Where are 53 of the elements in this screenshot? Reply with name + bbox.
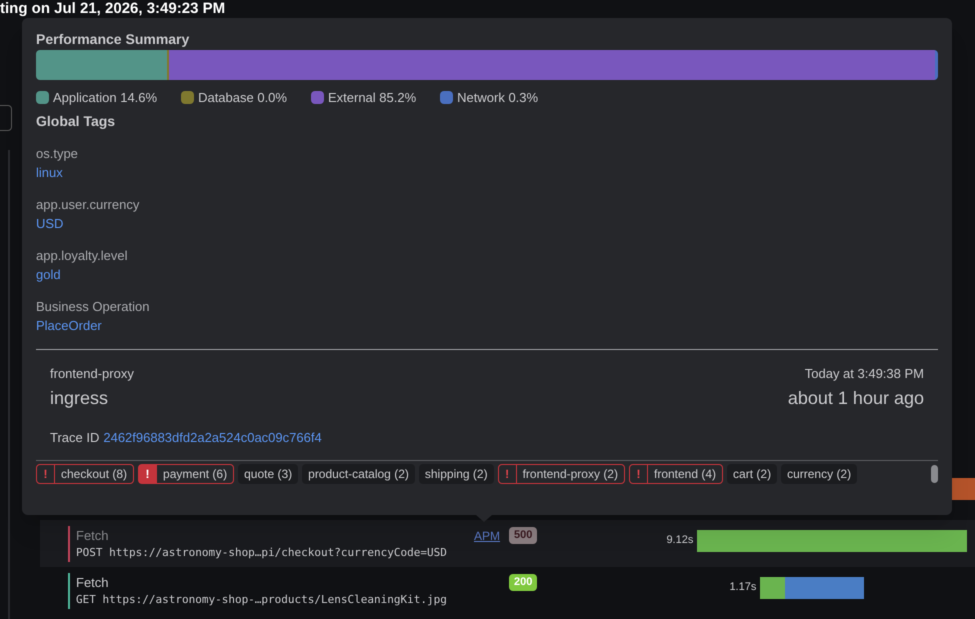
tag-key: app.loyalty.level xyxy=(36,248,128,262)
tag-key: app.user.currency xyxy=(36,196,140,212)
timestamp: Today at 3:49:38 PM xyxy=(804,364,924,383)
span-bar xyxy=(950,478,975,500)
service-chip-label: shipping (2) xyxy=(424,466,488,482)
service-chip-label: frontend (4) xyxy=(652,466,718,482)
relative-time: about 1 hour ago xyxy=(788,387,924,410)
service-chip[interactable]: ! payment (6) xyxy=(138,464,234,484)
service-chip-label: quote (3) xyxy=(244,466,292,482)
span-url: GET https://astronomy-shop-…products/LensCleaningKit.jpg xyxy=(76,592,448,608)
service-chip-label: currency (2) xyxy=(787,466,852,482)
service-chip-label: frontend-proxy (2) xyxy=(522,466,619,482)
operation-name: ingress xyxy=(50,387,108,410)
span-title: Fetch xyxy=(76,526,110,544)
trace-id-link[interactable]: 2462f96883dfd2a2a524c0ac09c766f4 xyxy=(103,428,322,448)
status-badge: 500 xyxy=(509,527,538,544)
tag-value[interactable]: gold xyxy=(36,266,61,282)
summary-title: Performance Summary xyxy=(36,30,190,48)
tag-key: os.type xyxy=(36,146,78,160)
tag-value[interactable]: linux xyxy=(36,164,63,180)
duration-text: 1.17s xyxy=(729,580,756,596)
service-chip[interactable]: product-catalog (2) xyxy=(302,464,415,484)
legend-label: External 85.2% xyxy=(328,89,416,107)
service-chip[interactable]: ! frontend (4) xyxy=(628,464,724,484)
service-chip[interactable]: cart (2) xyxy=(727,464,778,484)
service-chip[interactable]: currency (2) xyxy=(781,464,858,484)
service-chip[interactable]: quote (3) xyxy=(238,464,298,484)
service-chip-label: payment (6) xyxy=(162,466,228,482)
tag-value[interactable]: PlaceOrder xyxy=(36,318,102,332)
legend-label: Network 0.3% xyxy=(457,89,538,107)
status-badge: 200 xyxy=(509,574,538,591)
legend-label: Application 14.6% xyxy=(53,89,158,107)
service-chip-label: product-catalog (2) xyxy=(308,466,409,482)
span-url: POST https://astronomy-shop…pi/checkout?currencyCode=USD xyxy=(76,545,448,561)
span-row[interactable]: Fetch POST https://astronomy-shop…pi/checkout?currencyCode=USD APM 500 9.12s xyxy=(40,520,975,567)
error-icon: ! xyxy=(139,464,158,482)
service-chip-label: checkout (8) xyxy=(60,466,128,482)
service-chip[interactable]: ! checkout (8) xyxy=(36,464,134,484)
tags-title: Global Tags xyxy=(36,112,116,131)
tag-key: Business Operation xyxy=(36,298,150,314)
service-chip-label: cart (2) xyxy=(733,466,772,482)
scrollbar-thumb[interactable] xyxy=(931,464,938,482)
span-title: Fetch xyxy=(76,574,110,592)
trace-label: Trace ID xyxy=(50,429,100,447)
page-title: ting on Jul 21, 2026, 3:49:23 PM xyxy=(0,0,226,17)
tag-value[interactable]: USD xyxy=(36,216,64,230)
duration-text: 9.12s xyxy=(666,533,694,548)
apm-link[interactable]: APM xyxy=(474,526,500,544)
legend-label: Database 0.0% xyxy=(198,89,287,107)
service-name: frontend-proxy xyxy=(50,364,134,383)
service-chip[interactable]: ! frontend-proxy (2) xyxy=(498,464,625,484)
span-row[interactable]: Fetch GET https://astronomy-shop-…products/LensCleaningKit.jpg 200 1.17s xyxy=(40,567,975,614)
service-chip[interactable]: shipping (2) xyxy=(418,464,494,484)
